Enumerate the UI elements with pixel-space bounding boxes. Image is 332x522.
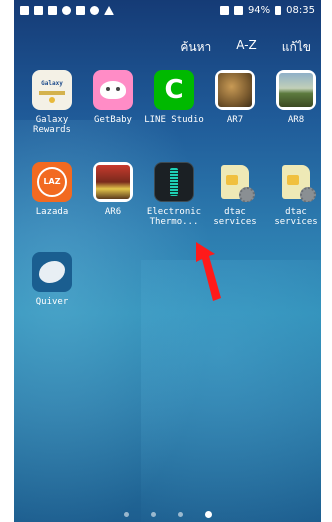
facebook-icon [20, 5, 29, 15]
ar8-photo-icon [276, 70, 316, 110]
app-label: AR7 [226, 115, 244, 125]
system-icons: 94% 08:35 [219, 4, 315, 16]
chat-icon [62, 5, 71, 15]
dtac-sim-icon [276, 162, 316, 202]
app-ar6[interactable]: AR6 [83, 162, 143, 217]
app-drawer-menu: ค้นหา A-Z แก้ไข [180, 38, 311, 57]
image-icon [76, 5, 85, 15]
dtac-sim-icon [215, 162, 255, 202]
status-bar: 94% 08:35 [14, 0, 321, 20]
red-arrow-annotation [196, 242, 221, 301]
app-label: LINE Studio [144, 115, 204, 125]
galaxy-rewards-icon: Galaxy [32, 70, 72, 110]
app-ar7[interactable]: AR7 [205, 70, 265, 125]
facebook-icon [34, 5, 43, 15]
getbaby-icon [93, 70, 133, 110]
page-dot-active[interactable] [204, 511, 212, 518]
app-ar8[interactable]: AR8 [266, 70, 321, 125]
warning-icon [104, 5, 114, 15]
app-quiver[interactable]: Quiver [22, 252, 82, 307]
line-studio-icon: C [154, 70, 194, 110]
app-label: Lazada [35, 207, 69, 217]
clock: 08:35 [286, 4, 315, 16]
app-lazada[interactable]: LAZ Lazada [22, 162, 82, 217]
app-galaxy-rewards[interactable]: Galaxy Galaxy Rewards [22, 70, 82, 135]
page-dot[interactable] [123, 512, 129, 517]
app-label: AR6 [104, 207, 122, 217]
app-label: Galaxy Rewards [33, 115, 71, 135]
battery-icon [275, 5, 282, 15]
quiver-icon [32, 252, 72, 292]
page-indicator [14, 511, 321, 518]
app-getbaby[interactable]: GetBaby [83, 70, 143, 125]
page-dot[interactable] [150, 512, 156, 517]
notification-icons [20, 5, 114, 15]
ar7-photo-icon [215, 70, 255, 110]
app-label: dtac services [213, 207, 257, 227]
az-sort-button[interactable]: A-Z [236, 38, 257, 57]
screenshot-icon [219, 5, 229, 15]
app-notification-icon [48, 5, 57, 15]
arrow-shape [196, 242, 221, 301]
ar6-photo-icon [93, 162, 133, 202]
app-label: GetBaby [94, 115, 132, 125]
electronic-thermometer-icon [154, 162, 194, 202]
signal-icon [233, 5, 243, 15]
app-label: dtac services [274, 207, 318, 227]
app-dtac-services-2[interactable]: dtac services [266, 162, 321, 227]
lazada-icon: LAZ [32, 162, 72, 202]
phone-screen: 94% 08:35 ค้นหา A-Z แก้ไข Galaxy Galaxy … [14, 0, 321, 522]
chat-icon [90, 5, 99, 15]
search-button[interactable]: ค้นหา [180, 38, 211, 57]
app-dtac-services[interactable]: dtac services [205, 162, 265, 227]
gear-icon [300, 187, 316, 202]
app-label: Electronic Thermo... [146, 207, 202, 227]
app-label: Quiver [35, 297, 69, 307]
page-dot[interactable] [177, 512, 183, 517]
app-line-studio[interactable]: C LINE Studio [144, 70, 204, 125]
battery-percent: 94% [247, 4, 271, 16]
gear-icon [239, 187, 255, 202]
app-label: AR8 [287, 115, 305, 125]
edit-button[interactable]: แก้ไข [282, 38, 311, 57]
app-electronic-thermometer[interactable]: Electronic Thermo... [144, 162, 204, 227]
